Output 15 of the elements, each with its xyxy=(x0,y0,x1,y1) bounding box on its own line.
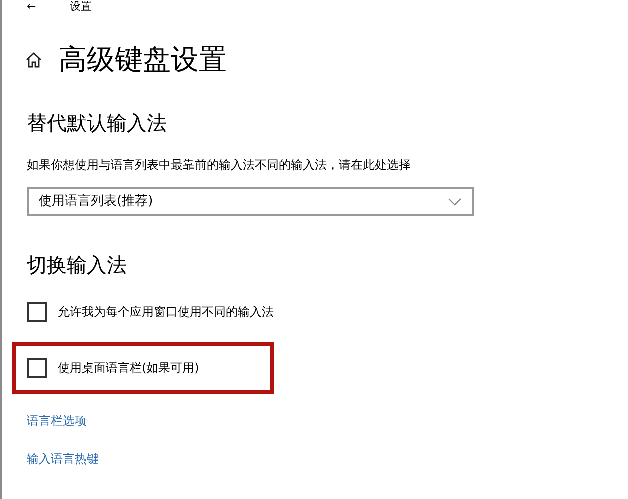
section-heading: 替代默认输入法 xyxy=(27,111,168,135)
section-heading: 切换输入法 xyxy=(27,253,128,277)
checkbox[interactable] xyxy=(27,302,47,322)
checkbox-label: 使用桌面语言栏(如果可用) xyxy=(58,360,200,377)
description-text: 如果你想使用与语言列表中最靠前的输入法不同的输入法，请在此处选择 xyxy=(27,157,412,174)
window-title: 设置 xyxy=(70,0,92,14)
checkbox-label: 允许我为每个应用窗口使用不同的输入法 xyxy=(58,304,274,321)
dropdown[interactable]: 使用语言列表(推荐) xyxy=(27,187,474,216)
link[interactable]: 输入语言热键 xyxy=(27,451,99,468)
home-icon[interactable] xyxy=(25,51,43,69)
page-title: 高级键盘设置 xyxy=(59,43,227,77)
chevron-down-icon xyxy=(448,198,462,206)
back-button[interactable]: ← xyxy=(27,0,36,14)
checkbox[interactable] xyxy=(27,358,47,378)
link[interactable]: 语言栏选项 xyxy=(27,413,87,430)
